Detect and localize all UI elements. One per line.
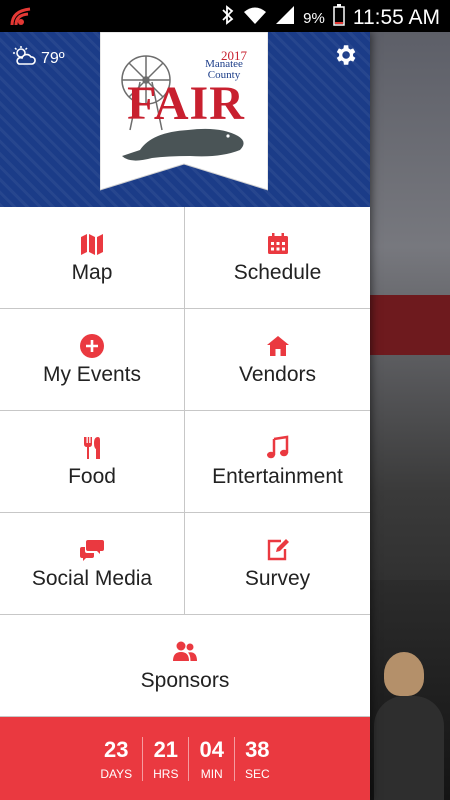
menu-item-vendors[interactable]: Vendors xyxy=(185,309,370,411)
drawer-header: 79º 2017 Manatee County FAIR xyxy=(0,32,370,207)
countdown-value: 38 xyxy=(245,736,270,762)
countdown-days: 23 DAYS xyxy=(90,737,142,781)
countdown-seconds: 38 SEC xyxy=(233,736,280,781)
menu-item-schedule[interactable]: Schedule xyxy=(185,207,370,309)
temperature: 79º xyxy=(41,49,65,67)
settings-gear-icon[interactable] xyxy=(332,42,358,68)
logo-wordmark: FAIR xyxy=(127,77,245,130)
countdown-value: 21 xyxy=(153,736,179,762)
status-bar: 9% 11:55 AM xyxy=(0,0,450,32)
menu-item-label: Map xyxy=(71,260,113,284)
countdown-label: SEC xyxy=(244,766,270,781)
countdown-value: 04 xyxy=(199,736,224,762)
background-banner xyxy=(370,295,450,355)
menu-item-label: Schedule xyxy=(233,260,322,284)
menu-item-sponsors[interactable]: Sponsors xyxy=(0,615,370,717)
utensils-icon xyxy=(84,436,100,459)
countdown-label: MIN xyxy=(200,766,223,781)
wifi-icon xyxy=(243,5,267,31)
fair-logo: 2017 Manatee County FAIR xyxy=(100,32,268,192)
countdown-minutes: 04 MIN xyxy=(188,736,233,781)
countdown-label: DAYS xyxy=(100,766,133,781)
map-icon xyxy=(81,233,103,255)
battery-icon xyxy=(333,4,345,32)
menu-item-my-events[interactable]: My Events xyxy=(0,309,185,411)
store-icon xyxy=(266,335,289,356)
menu-item-survey[interactable]: Survey xyxy=(185,513,370,615)
navigation-drawer: 79º 2017 Manatee County FAIR Map Schedul… xyxy=(0,32,370,800)
menu-item-label: My Events xyxy=(42,362,142,386)
signal-icon xyxy=(275,5,295,31)
partly-cloudy-icon xyxy=(12,46,36,71)
background-person-body xyxy=(374,696,444,800)
app-notification-icon xyxy=(10,5,34,33)
countdown-label: HRS xyxy=(153,766,179,781)
plus-circle-icon xyxy=(80,333,104,358)
menu-item-label: Vendors xyxy=(238,362,317,386)
chat-bubbles-icon xyxy=(80,539,104,561)
battery-percent: 9% xyxy=(303,9,325,27)
menu-item-entertainment[interactable]: Entertainment xyxy=(185,411,370,513)
countdown-value: 23 xyxy=(104,736,129,762)
countdown-hours: 21 HRS xyxy=(142,736,188,781)
menu-item-map[interactable]: Map xyxy=(0,207,185,309)
clock: 11:55 AM xyxy=(352,6,440,29)
music-icon xyxy=(266,435,288,458)
menu-item-label: Sponsors xyxy=(140,668,230,692)
menu-item-label: Social Media xyxy=(31,566,153,590)
weather-widget: 79º xyxy=(12,46,65,71)
background-person-head xyxy=(384,652,424,696)
people-icon xyxy=(173,641,197,661)
calendar-icon xyxy=(267,232,288,254)
bluetooth-icon xyxy=(221,5,235,31)
background-content[interactable] xyxy=(370,32,450,800)
edit-icon xyxy=(267,538,289,560)
menu-item-label: Survey xyxy=(244,566,311,590)
menu-item-label: Entertainment xyxy=(212,464,343,488)
menu-item-social-media[interactable]: Social Media xyxy=(0,513,185,615)
menu-item-food[interactable]: Food xyxy=(0,411,185,513)
menu-item-label: Food xyxy=(68,464,116,488)
countdown-timer: 23 DAYS 21 HRS 04 MIN 38 SEC xyxy=(0,717,370,800)
